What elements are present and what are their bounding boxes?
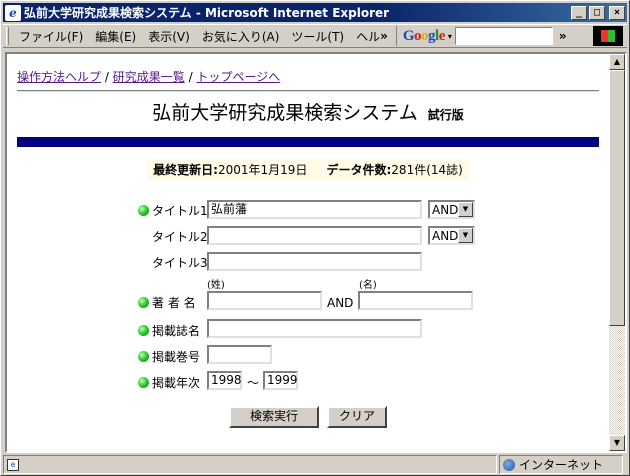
minimize-button[interactable]: _ xyxy=(571,5,587,20)
updated-label: 最終更新日: xyxy=(153,163,218,177)
surname-hint: (姓) xyxy=(207,280,225,291)
title1-operator-select[interactable]: AND ▼ xyxy=(428,200,475,219)
maximize-button[interactable]: □ xyxy=(589,5,605,20)
dropdown-arrow-icon[interactable]: ▼ xyxy=(458,228,473,243)
google-toolbar: Google ▾ » xyxy=(395,26,567,46)
google-logo[interactable]: Google xyxy=(403,28,446,45)
scroll-up-icon[interactable]: ▲ xyxy=(609,54,625,70)
author-label: 著 者 名 xyxy=(152,296,196,310)
windows-logo-icon xyxy=(593,26,623,46)
given-name-hint: (名) xyxy=(359,280,377,291)
browser-window: e 弘前大学研究成果検索システム - Microsoft Internet Ex… xyxy=(0,0,630,476)
volume-input[interactable] xyxy=(207,345,272,364)
title3-input[interactable] xyxy=(207,252,422,271)
year-label: 掲載年次 xyxy=(152,376,201,390)
journal-label: 掲載誌名 xyxy=(152,324,201,338)
updated-value: 2001年1月19日 xyxy=(217,163,308,177)
google-search-input[interactable] xyxy=(454,27,553,45)
results-list-link[interactable]: 研究成果一覧 xyxy=(113,70,185,84)
header-band xyxy=(17,137,599,147)
menu-file[interactable]: ファイル(F) xyxy=(13,28,89,45)
scroll-down-icon[interactable]: ▼ xyxy=(609,435,625,451)
title1-input[interactable]: 弘前藩 xyxy=(207,200,422,219)
author-surname-input[interactable] xyxy=(207,291,322,310)
year-range-separator: ～ xyxy=(247,376,260,390)
scroll-thumb[interactable] xyxy=(609,70,625,326)
bullet-icon xyxy=(138,377,149,388)
bullet-icon xyxy=(138,205,149,216)
bullet-icon xyxy=(138,351,149,362)
volume-label: 掲載巻号 xyxy=(152,350,201,364)
status-text-cell: e xyxy=(3,455,497,474)
author-given-name-input[interactable] xyxy=(358,291,473,310)
menu-edit[interactable]: 編集(E) xyxy=(89,28,142,45)
close-button[interactable]: × xyxy=(609,5,625,20)
clear-button[interactable]: クリア xyxy=(327,406,387,428)
google-overflow-chevron-icon[interactable]: » xyxy=(559,29,567,43)
globe-icon xyxy=(503,458,515,471)
top-page-link[interactable]: トップページへ xyxy=(196,70,280,84)
bullet-icon xyxy=(138,297,149,308)
page-viewport: 操作方法ヘルプ / 研究成果一覧 / トップページへ 弘前大学研究成果検索システ… xyxy=(5,52,627,453)
divider xyxy=(17,90,599,92)
vertical-scrollbar[interactable]: ▲ ▼ xyxy=(609,54,625,451)
title3-label: タイトル3 xyxy=(152,256,208,270)
year-from-input[interactable]: 1998 xyxy=(207,371,242,390)
title1-label: タイトル1 xyxy=(152,204,208,218)
toolbar-grip[interactable] xyxy=(6,27,9,45)
menu-bar: ファイル(F) 編集(E) 表示(V) お気に入り(A) ツール(T) ヘル »… xyxy=(3,24,627,48)
info-line: 最終更新日:2001年1月19日 データ件数:281件(14誌) xyxy=(7,159,609,180)
title2-operator-select[interactable]: AND ▼ xyxy=(428,226,475,245)
dropdown-arrow-icon[interactable]: ▼ xyxy=(458,202,473,217)
menu-tools[interactable]: ツール(T) xyxy=(285,28,350,45)
year-to-input[interactable]: 1999 xyxy=(263,371,298,390)
journal-input[interactable] xyxy=(207,319,422,338)
status-bar: e インターネット xyxy=(3,455,627,474)
zone-label: インターネット xyxy=(519,458,604,472)
menu-help[interactable]: ヘル xyxy=(350,28,380,45)
help-link[interactable]: 操作方法ヘルプ xyxy=(17,70,101,84)
title2-label: タイトル2 xyxy=(152,230,208,244)
page-title: 弘前大学研究成果検索システム 試行版 xyxy=(152,102,464,124)
menu-view[interactable]: 表示(V) xyxy=(142,28,196,45)
ie-icon: e xyxy=(5,4,21,21)
title2-input[interactable] xyxy=(207,226,422,245)
breadcrumb-links: 操作方法ヘルプ / 研究成果一覧 / トップページへ xyxy=(17,70,281,84)
web-page: 操作方法ヘルプ / 研究成果一覧 / トップページへ 弘前大学研究成果検索システ… xyxy=(7,54,609,451)
search-button[interactable]: 検索実行 xyxy=(229,406,319,428)
title-bar[interactable]: e 弘前大学研究成果検索システム - Microsoft Internet Ex… xyxy=(3,3,627,22)
menu-favorites[interactable]: お気に入り(A) xyxy=(196,28,286,45)
author-and-label: AND xyxy=(327,296,354,310)
trial-badge: 試行版 xyxy=(427,108,464,122)
page-icon: e xyxy=(7,458,19,471)
window-title: 弘前大学研究成果検索システム - Microsoft Internet Expl… xyxy=(24,6,390,20)
security-zone-cell: インターネット xyxy=(499,455,623,474)
count-value: 281件(14誌) xyxy=(391,163,463,177)
count-label: データ件数: xyxy=(326,163,392,177)
menu-overflow-chevron-icon[interactable]: » xyxy=(380,29,392,43)
bullet-icon xyxy=(138,325,149,336)
google-dropdown-icon[interactable]: ▾ xyxy=(448,32,452,41)
